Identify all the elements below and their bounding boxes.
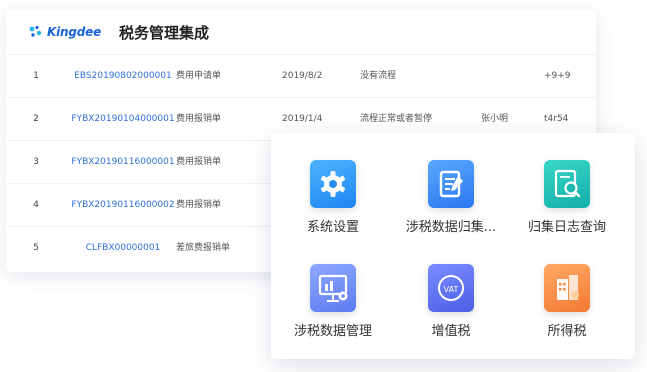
app-tile-income-tax[interactable]: 所得税	[511, 264, 623, 339]
table-row[interactable]: 1 EBS20190802000001 费用申请单 2019/8/2 没有流程 …	[6, 55, 596, 98]
document-code-link[interactable]: CLFBX00000001	[58, 227, 188, 269]
page-title: 税务管理集成	[119, 23, 210, 42]
kingdee-logo-icon	[29, 25, 42, 37]
row-number: 2	[33, 114, 39, 124]
document-code-link[interactable]: FYBX20190104000001	[58, 98, 188, 140]
app-label: 涉税数据管理	[293, 324, 372, 339]
document-code-link[interactable]: FYBX20190116000001	[58, 141, 188, 183]
document-extra: +9+9	[544, 71, 571, 81]
row-number: 3	[33, 157, 39, 167]
app-label: 系统设置	[306, 220, 359, 235]
document-type: 费用报销单	[176, 157, 222, 167]
buildings-icon	[544, 264, 590, 312]
logo-text: Kingdee	[47, 25, 102, 39]
panel-header: Kingdee 税务管理集成	[6, 10, 596, 55]
row-number: 5	[33, 243, 39, 253]
app-tile-system-settings[interactable]: 系统设置	[277, 160, 389, 235]
document-type: 费用报销单	[176, 114, 222, 124]
presentation-settings-icon	[310, 264, 356, 312]
document-code-link[interactable]: EBS20190802000001	[58, 55, 188, 97]
vat-icon: VAT	[428, 264, 474, 312]
app-label: 所得税	[547, 324, 587, 339]
app-label: 增值税	[431, 324, 471, 339]
app-label: 归集日志查询	[527, 220, 606, 235]
row-number: 1	[33, 71, 39, 81]
svg-text:VAT: VAT	[444, 285, 459, 294]
edit-document-icon	[428, 160, 474, 208]
document-date: 2019/8/2	[282, 71, 323, 81]
app-launcher-card: 系统设置 涉税数据归集... 归集日志查询 涉税数据管理 VAT 增值税 所得税	[271, 133, 635, 359]
app-label: 涉税数据归集...	[405, 220, 497, 235]
document-type: 费用申请单	[176, 71, 222, 81]
app-tile-tax-data-collection[interactable]: 涉税数据归集...	[395, 160, 507, 235]
kingdee-logo: Kingdee	[28, 25, 101, 39]
workflow-status: 没有流程	[360, 71, 397, 81]
document-type: 差旅费报销单	[176, 243, 231, 253]
search-document-icon	[544, 160, 590, 208]
app-tile-tax-data-management[interactable]: 涉税数据管理	[277, 264, 389, 339]
document-type: 费用报销单	[176, 200, 222, 210]
row-number: 4	[33, 200, 39, 210]
app-tile-vat[interactable]: VAT 增值税	[395, 264, 507, 339]
app-tile-collection-log-query[interactable]: 归集日志查询	[511, 160, 623, 235]
gear-icon	[310, 160, 356, 208]
document-code-link[interactable]: FYBX20190116000002	[58, 184, 188, 226]
